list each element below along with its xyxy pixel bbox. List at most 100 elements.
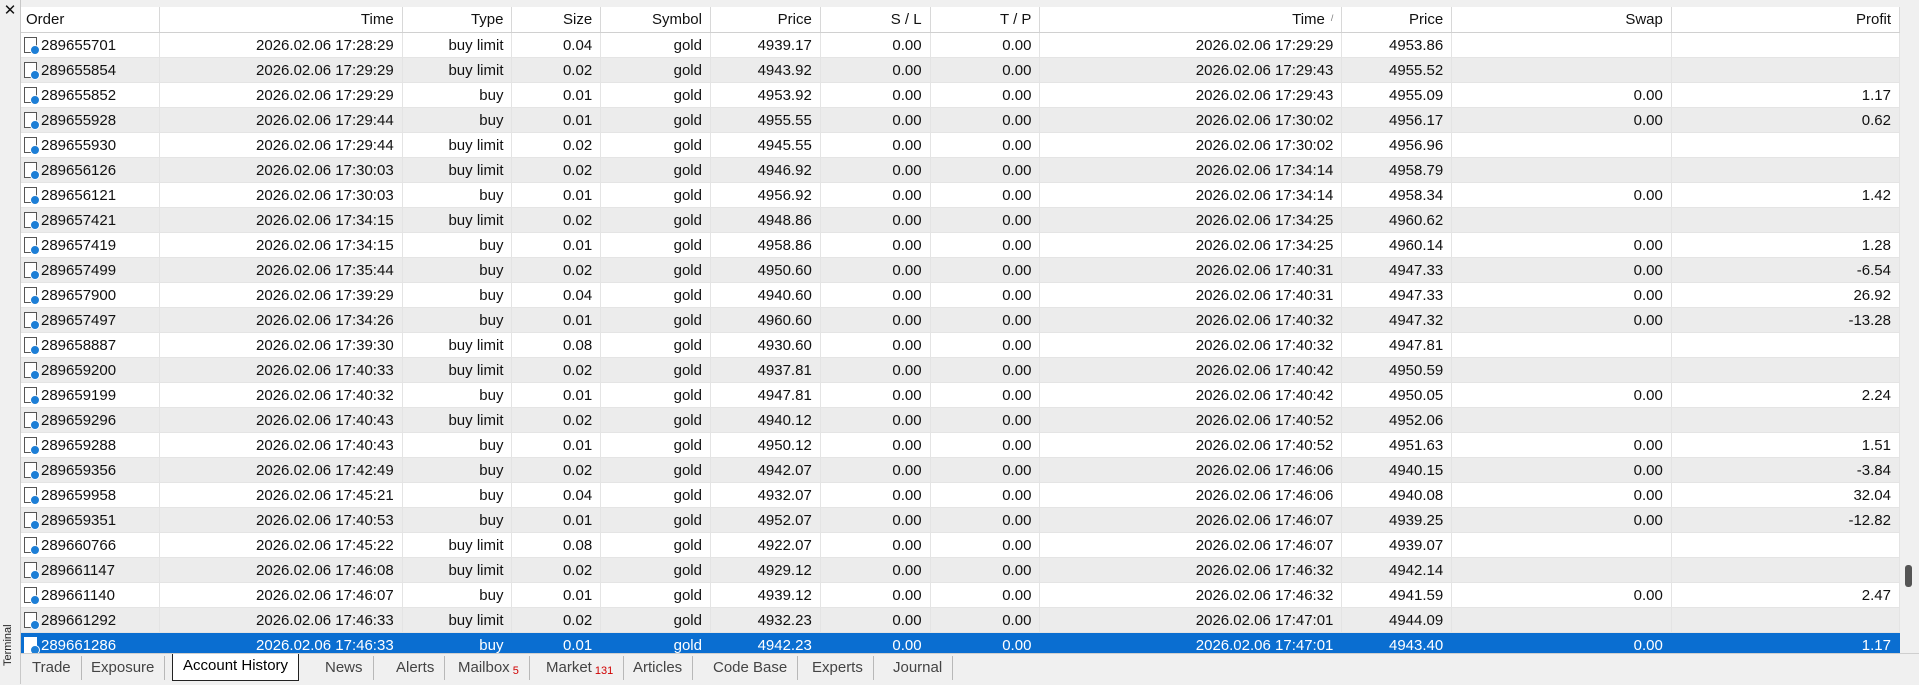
table-row[interactable]: 289655852 2026.02.06 17:29:29 buy 0.01 gold 4… [21, 82, 1900, 108]
tab-exposure[interactable]: Exposure [81, 656, 166, 680]
cell-value: 4947.81 [1388, 336, 1444, 354]
cell-value: 0.08 [562, 536, 593, 554]
table-row[interactable]: 289655701 2026.02.06 17:28:29 buy limit 0.0… [21, 32, 1900, 58]
order-document-icon [24, 436, 40, 455]
column-header-close-price[interactable]: Price [1341, 7, 1453, 33]
table-row[interactable]: 289655930 2026.02.06 17:29:44 buy limit 0.0… [21, 132, 1900, 158]
tab-alerts[interactable]: Alerts [386, 656, 446, 680]
column-header-size[interactable]: Size [511, 7, 602, 33]
table-row[interactable]: 289656126 2026.02.06 17:30:03 buy limit 0.0… [21, 157, 1900, 183]
table-row[interactable]: 289659958 2026.02.06 17:45:21 buy 0.04 gold 4… [21, 482, 1900, 508]
cell-swap [1451, 57, 1672, 83]
table-row[interactable]: 289657497 2026.02.06 17:34:26 buy 0.01 gold 4… [21, 307, 1900, 333]
cell-type: buy [402, 507, 513, 533]
tab-account-history[interactable]: Account History [172, 654, 300, 681]
tab-journal[interactable]: Journal [883, 656, 954, 680]
cell-value: 0.01 [562, 186, 593, 204]
cell-value: 4956.92 [757, 186, 812, 204]
cell-value: gold [673, 386, 702, 404]
column-header-swap[interactable]: Swap [1451, 7, 1672, 33]
column-header-open-time[interactable]: Time [159, 7, 403, 33]
tab-count-badge: 5 [512, 665, 519, 677]
column-header-symbol[interactable]: Symbol [600, 7, 711, 33]
tab-experts[interactable]: Experts [802, 656, 874, 680]
tab-code-base[interactable]: Code Base [703, 656, 799, 680]
cell-profit [1671, 32, 1900, 58]
tab-label: News [325, 659, 363, 676]
cell-take-profit: 0.00 [930, 232, 1041, 258]
cell-value: 26.92 [1853, 286, 1891, 304]
vertical-scrollbar[interactable] [1900, 7, 1919, 653]
cell-open-time: 2026.02.06 17:45:21 [159, 482, 403, 508]
order-document-icon [24, 361, 40, 380]
cell-take-profit: 0.00 [930, 557, 1041, 583]
cell-value: 4947.32 [1388, 311, 1444, 329]
cell-value: 0.04 [562, 486, 593, 504]
table-row[interactable]: 289658887 2026.02.06 17:39:30 buy limit 0.0… [21, 332, 1900, 358]
table-row[interactable]: 289657499 2026.02.06 17:35:44 buy 0.02 gold 4… [21, 257, 1900, 283]
cell-open-time: 2026.02.06 17:29:29 [159, 57, 403, 83]
column-header-profit[interactable]: Profit [1671, 7, 1900, 33]
table-row[interactable]: 289659296 2026.02.06 17:40:43 buy limit 0.0… [21, 407, 1900, 433]
cell-swap: 0.00 [1451, 482, 1672, 508]
cell-value: 4940.12 [757, 411, 812, 429]
table-row[interactable]: 289655928 2026.02.06 17:29:44 buy 0.01 gold 4… [21, 107, 1900, 133]
cell-value: 0.00 [1002, 486, 1032, 504]
table-row[interactable]: 289659199 2026.02.06 17:40:32 buy 0.01 gold 4… [21, 382, 1900, 408]
table-row[interactable]: 289661292 2026.02.06 17:46:33 buy limit 0.0… [21, 607, 1900, 633]
cell-value: buy limit [448, 36, 504, 54]
tab-news[interactable]: News [315, 656, 374, 680]
column-header-take-profit[interactable]: T / P [930, 7, 1041, 33]
cell-value: buy [479, 186, 504, 204]
table-row[interactable]: 289660766 2026.02.06 17:45:22 buy limit 0.0… [21, 532, 1900, 558]
column-header-order[interactable]: Order [21, 7, 160, 33]
tab-articles[interactable]: Articles [623, 656, 694, 680]
table-row[interactable]: 289659200 2026.02.06 17:40:33 buy limit 0.0… [21, 357, 1900, 383]
table-row[interactable]: 289659351 2026.02.06 17:40:53 buy 0.01 gold 4… [21, 507, 1900, 533]
table-row[interactable]: 289656121 2026.02.06 17:30:03 buy 0.01 gold 4… [21, 182, 1900, 208]
order-document-icon [24, 186, 40, 205]
cell-value: 4950.59 [1388, 361, 1444, 379]
table-row[interactable]: 289657419 2026.02.06 17:34:15 buy 0.01 gold 4… [21, 232, 1900, 258]
cell-value: 0.00 [892, 561, 922, 579]
cell-value: 0.00 [1002, 111, 1032, 129]
table-row[interactable]: 289659356 2026.02.06 17:42:49 buy 0.02 gold 4… [21, 457, 1900, 483]
cell-symbol: gold [600, 257, 711, 283]
scrollbar-thumb[interactable] [1905, 565, 1912, 587]
cell-swap [1451, 207, 1672, 233]
cell-open-time: 2026.02.06 17:40:53 [159, 507, 403, 533]
tab-trade[interactable]: Trade [22, 656, 82, 680]
column-header-label: Swap [1625, 11, 1663, 28]
column-header-open-price[interactable]: Price [710, 7, 821, 33]
cell-profit [1671, 532, 1900, 558]
cell-value: 0.00 [1633, 586, 1663, 604]
cell-symbol: gold [600, 157, 711, 183]
cell-value: 2026.02.06 17:40:52 [1195, 411, 1334, 429]
column-header-type[interactable]: Type [402, 7, 513, 33]
table-row[interactable]: 289661147 2026.02.06 17:46:08 buy limit 0.0… [21, 557, 1900, 583]
tab-mailbox[interactable]: Mailbox 5 [448, 656, 530, 680]
cell-value: 289655701 [41, 36, 117, 54]
cell-value: 2026.02.06 17:35:44 [256, 261, 394, 279]
cell-value: 0.00 [892, 161, 922, 179]
cell-type: buy [402, 82, 513, 108]
table-row[interactable]: 289661286 2026.02.06 17:46:33 buy 0.01 gold 4… [21, 632, 1900, 654]
table-row[interactable]: 289655854 2026.02.06 17:29:29 buy limit 0.0… [21, 57, 1900, 83]
cell-value: 0.00 [1633, 111, 1663, 129]
table-row[interactable]: 289661140 2026.02.06 17:46:07 buy 0.01 gold 4… [21, 582, 1900, 608]
tab-market[interactable]: Market 131 [536, 656, 625, 680]
cell-value: 0.00 [1002, 161, 1032, 179]
cell-open-time: 2026.02.06 17:39:29 [159, 282, 403, 308]
table-row[interactable]: 289657421 2026.02.06 17:34:15 buy limit 0.0… [21, 207, 1900, 233]
cell-value: 2026.02.06 17:46:33 [256, 636, 394, 654]
cell-profit: 1.28 [1671, 232, 1900, 258]
cell-close-price: 4956.96 [1341, 132, 1453, 158]
table-row[interactable]: 289657900 2026.02.06 17:39:29 buy 0.04 gold 4… [21, 282, 1900, 308]
cell-take-profit: 0.00 [930, 132, 1041, 158]
column-header-close-time[interactable]: Time / [1039, 7, 1343, 33]
column-header-stop-loss[interactable]: S / L [820, 7, 931, 33]
close-icon[interactable]: ✕ [3, 2, 17, 18]
cell-open-price: 4939.17 [710, 32, 821, 58]
table-row[interactable]: 289659288 2026.02.06 17:40:43 buy 0.01 gold 4… [21, 432, 1900, 458]
cell-value: 0.00 [892, 386, 922, 404]
